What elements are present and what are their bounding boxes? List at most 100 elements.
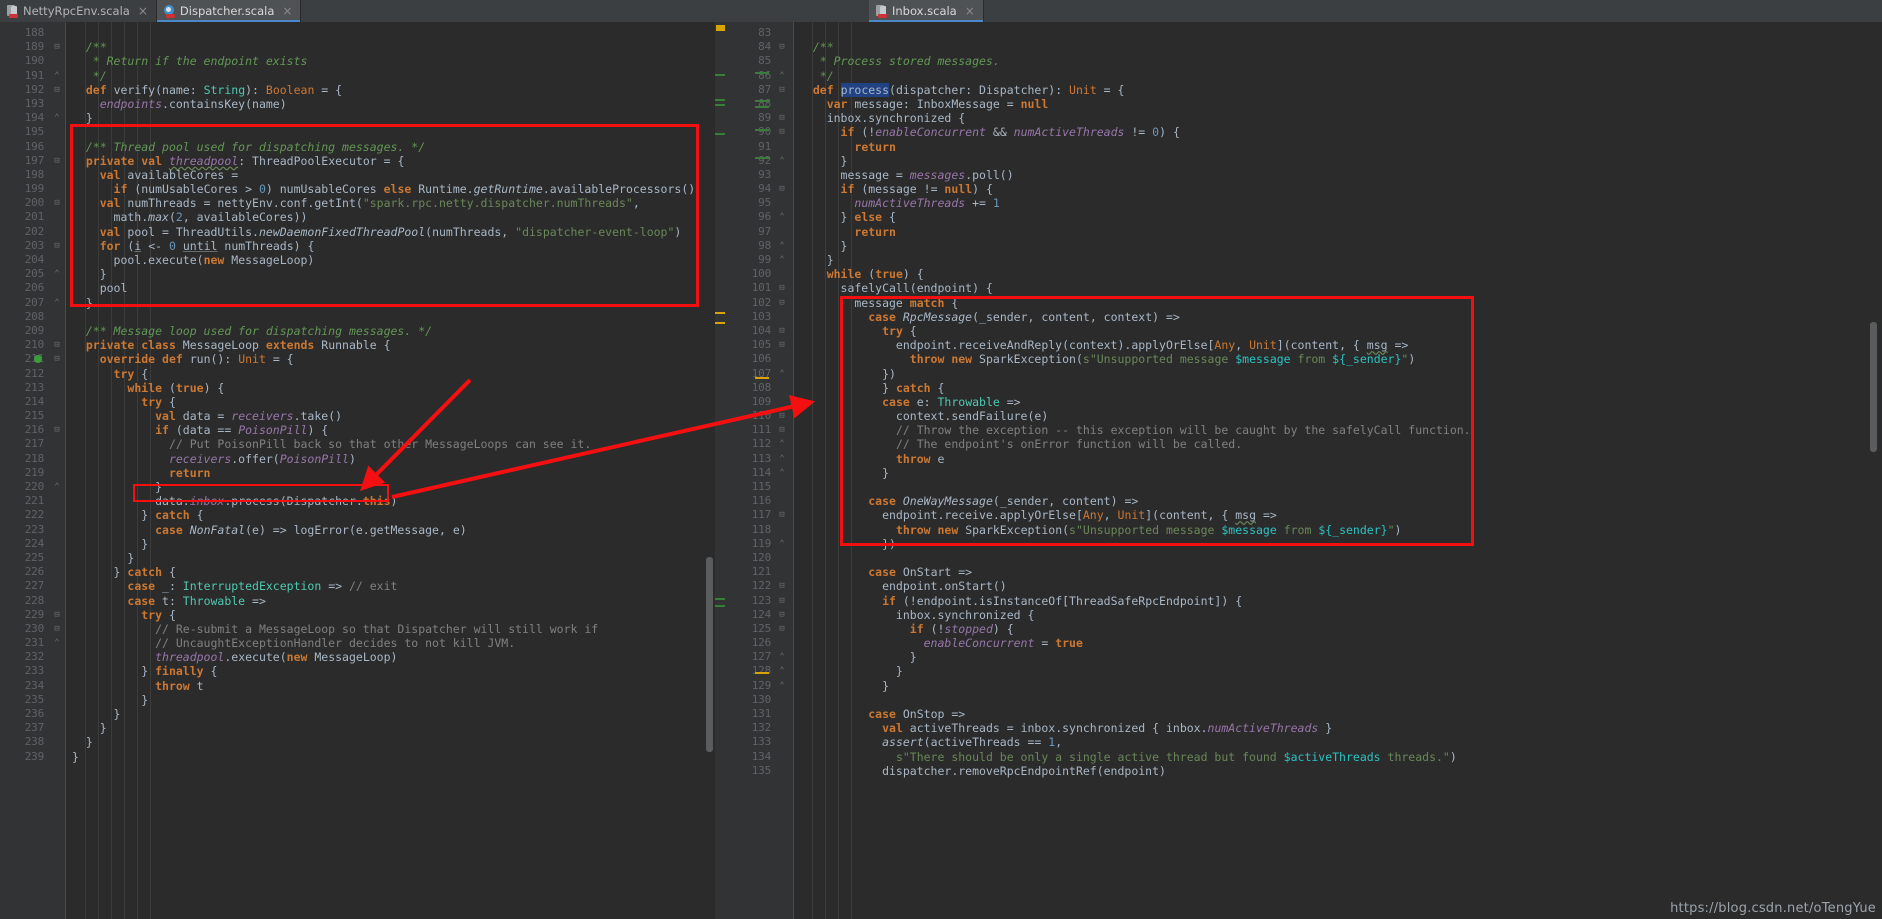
fold-toggle-icon[interactable]: ⊟: [777, 125, 787, 139]
fold-toggle-icon[interactable]: ⊟: [777, 409, 787, 423]
code-line[interactable]: 207 ⌃ }: [0, 296, 715, 310]
code-line[interactable]: 191 ⌃ */: [0, 69, 715, 83]
fold-toggle-icon[interactable]: ⊟: [52, 338, 62, 352]
code-line[interactable]: 219 return: [0, 466, 715, 480]
fold-toggle-icon[interactable]: ⌃: [52, 111, 62, 125]
code-line[interactable]: 106 throw new SparkException(s"Unsupport…: [725, 352, 1882, 366]
code-line[interactable]: 111 ⊟ // Throw the exception -- this exce…: [725, 423, 1882, 437]
fold-toggle-icon[interactable]: ⌃: [52, 296, 62, 310]
code-line[interactable]: 215 val data = receivers.take(): [0, 409, 715, 423]
code-line[interactable]: 235 }: [0, 693, 715, 707]
code-line[interactable]: 196 /** Thread pool used for dispatching…: [0, 140, 715, 154]
fold-toggle-icon[interactable]: ⊟: [777, 40, 787, 54]
code-line[interactable]: 99 ⌃ }: [725, 253, 1882, 267]
fold-toggle-icon[interactable]: ⊟: [777, 83, 787, 97]
code-line[interactable]: 204 pool.execute(new MessageLoop): [0, 253, 715, 267]
fold-toggle-icon[interactable]: ⊟: [777, 508, 787, 522]
code-line[interactable]: 114 ⌃ }: [725, 466, 1882, 480]
fold-toggle-icon[interactable]: ⊟: [777, 324, 787, 338]
fold-toggle-icon[interactable]: ⌃: [777, 367, 787, 381]
code-line[interactable]: 102 ⊟ message match {: [725, 296, 1882, 310]
fold-toggle-icon[interactable]: ⌃: [777, 210, 787, 224]
code-line[interactable]: 100 while (true) {: [725, 267, 1882, 281]
fold-toggle-icon[interactable]: ⌃: [52, 69, 62, 83]
code-line[interactable]: 223 case NonFatal(e) => logError(e.getMe…: [0, 523, 715, 537]
code-line[interactable]: 103 case RpcMessage(_sender, content, co…: [725, 310, 1882, 324]
code-line[interactable]: 210 ⊟ private class MessageLoop extends R…: [0, 338, 715, 352]
close-icon[interactable]: ×: [138, 4, 148, 18]
code-line[interactable]: 218 receivers.offer(PoisonPill): [0, 452, 715, 466]
code-line[interactable]: 123 ⊟ if (!endpoint.isInstanceOf[ThreadSa…: [725, 594, 1882, 608]
code-line[interactable]: 98 ⌃ }: [725, 239, 1882, 253]
fold-toggle-icon[interactable]: ⌃: [777, 437, 787, 451]
code-line[interactable]: 97 return: [725, 225, 1882, 239]
code-line[interactable]: 234 throw t: [0, 679, 715, 693]
code-line[interactable]: 122 ⊟ endpoint.onStart(): [725, 579, 1882, 593]
code-line[interactable]: 118 throw new SparkException(s"Unsupport…: [725, 523, 1882, 537]
code-line[interactable]: 92 ⌃ }: [725, 154, 1882, 168]
code-line[interactable]: 212 try {: [0, 367, 715, 381]
code-line[interactable]: 226 } catch {: [0, 565, 715, 579]
fold-toggle-icon[interactable]: ⊟: [777, 423, 787, 437]
fold-toggle-icon[interactable]: ⌃: [777, 537, 787, 551]
code-line[interactable]: 197 ⊟ private val threadpool: ThreadPoolE…: [0, 154, 715, 168]
fold-toggle-icon[interactable]: ⊟: [52, 352, 62, 366]
fold-toggle-icon[interactable]: ⌃: [777, 253, 787, 267]
code-line[interactable]: 107 ⌃ }): [725, 367, 1882, 381]
code-line[interactable]: 115: [725, 480, 1882, 494]
code-line[interactable]: 95 numActiveThreads += 1: [725, 196, 1882, 210]
code-line[interactable]: 239}: [0, 750, 715, 764]
code-line[interactable]: 86 ⌃ */: [725, 69, 1882, 83]
code-line[interactable]: 130: [725, 693, 1882, 707]
fold-toggle-icon[interactable]: ⊟: [52, 423, 62, 437]
fold-toggle-icon[interactable]: ⊟: [52, 196, 62, 210]
fold-toggle-icon[interactable]: ⊟: [777, 579, 787, 593]
fold-toggle-icon[interactable]: ⌃: [777, 69, 787, 83]
code-line[interactable]: 96 ⌃ } else {: [725, 210, 1882, 224]
code-line[interactable]: 211⊟ override def run(): Unit = {: [0, 352, 715, 366]
fold-toggle-icon[interactable]: ⊟: [52, 622, 62, 636]
code-line[interactable]: 105 ⊟ endpoint.receiveAndReply(context).a…: [725, 338, 1882, 352]
fold-toggle-icon[interactable]: ⌃: [777, 154, 787, 168]
code-line[interactable]: 220 ⌃ }: [0, 480, 715, 494]
tab-inbox[interactable]: Inbox.scala ×: [869, 0, 984, 22]
code-line[interactable]: 233 } finally {: [0, 664, 715, 678]
code-line[interactable]: 128 ⌃ }: [725, 664, 1882, 678]
code-line[interactable]: 208: [0, 310, 715, 324]
code-line[interactable]: 90 ⊟ if (!enableConcurrent && numActiveTh…: [725, 125, 1882, 139]
code-line[interactable]: 120: [725, 551, 1882, 565]
fold-toggle-icon[interactable]: ⌃: [777, 239, 787, 253]
fold-toggle-icon[interactable]: ⊟: [777, 594, 787, 608]
fold-toggle-icon[interactable]: ⌃: [777, 466, 787, 480]
code-line[interactable]: 203 ⊟ for (i <- 0 until numThreads) {: [0, 239, 715, 253]
code-line[interactable]: 228 case t: Throwable =>: [0, 594, 715, 608]
fold-toggle-icon[interactable]: ⊟: [52, 83, 62, 97]
tab-nettyrpcenv[interactable]: NettyRpcEnv.scala ×: [0, 0, 157, 22]
code-line[interactable]: 109 case e: Throwable =>: [725, 395, 1882, 409]
code-line[interactable]: 194 ⌃ }: [0, 111, 715, 125]
code-line[interactable]: 232 threadpool.execute(new MessageLoop): [0, 650, 715, 664]
vertical-scrollbar-thumb-left[interactable]: [706, 557, 713, 752]
code-line[interactable]: 201 math.max(2, availableCores)): [0, 210, 715, 224]
code-line[interactable]: 198 val availableCores =: [0, 168, 715, 182]
code-line[interactable]: 117 ⊟ endpoint.receive.applyOrElse[Any, U…: [725, 508, 1882, 522]
fold-toggle-icon[interactable]: ⊟: [777, 338, 787, 352]
code-lines-left[interactable]: 188 189 ⊟ /** 190 * Return if the endpoint …: [0, 26, 715, 764]
code-line[interactable]: 221 data.inbox.process(Dispatcher.this): [0, 494, 715, 508]
code-line[interactable]: 229 ⊟ try {: [0, 608, 715, 622]
editor-pane-inbox[interactable]: 83 84 ⊟ /** 85 * Process stored messages. 86…: [725, 22, 1882, 919]
code-line[interactable]: 134 s"There should be only a single acti…: [725, 750, 1882, 764]
close-icon[interactable]: ×: [965, 4, 975, 18]
fold-toggle-icon[interactable]: ⌃: [52, 636, 62, 650]
fold-toggle-icon[interactable]: ⌃: [777, 679, 787, 693]
code-line[interactable]: 93 message = messages.poll(): [725, 168, 1882, 182]
code-line[interactable]: 88 var message: InboxMessage = null: [725, 97, 1882, 111]
fold-toggle-icon[interactable]: ⌃: [777, 664, 787, 678]
code-line[interactable]: 222 } catch {: [0, 508, 715, 522]
code-line[interactable]: 205 ⌃ }: [0, 267, 715, 281]
code-line[interactable]: 129 ⌃ }: [725, 679, 1882, 693]
fold-toggle-icon[interactable]: ⌃: [777, 452, 787, 466]
code-line[interactable]: 124 ⊟ inbox.synchronized {: [725, 608, 1882, 622]
code-line[interactable]: 84 ⊟ /**: [725, 40, 1882, 54]
editor-splitter[interactable]: [715, 22, 725, 919]
